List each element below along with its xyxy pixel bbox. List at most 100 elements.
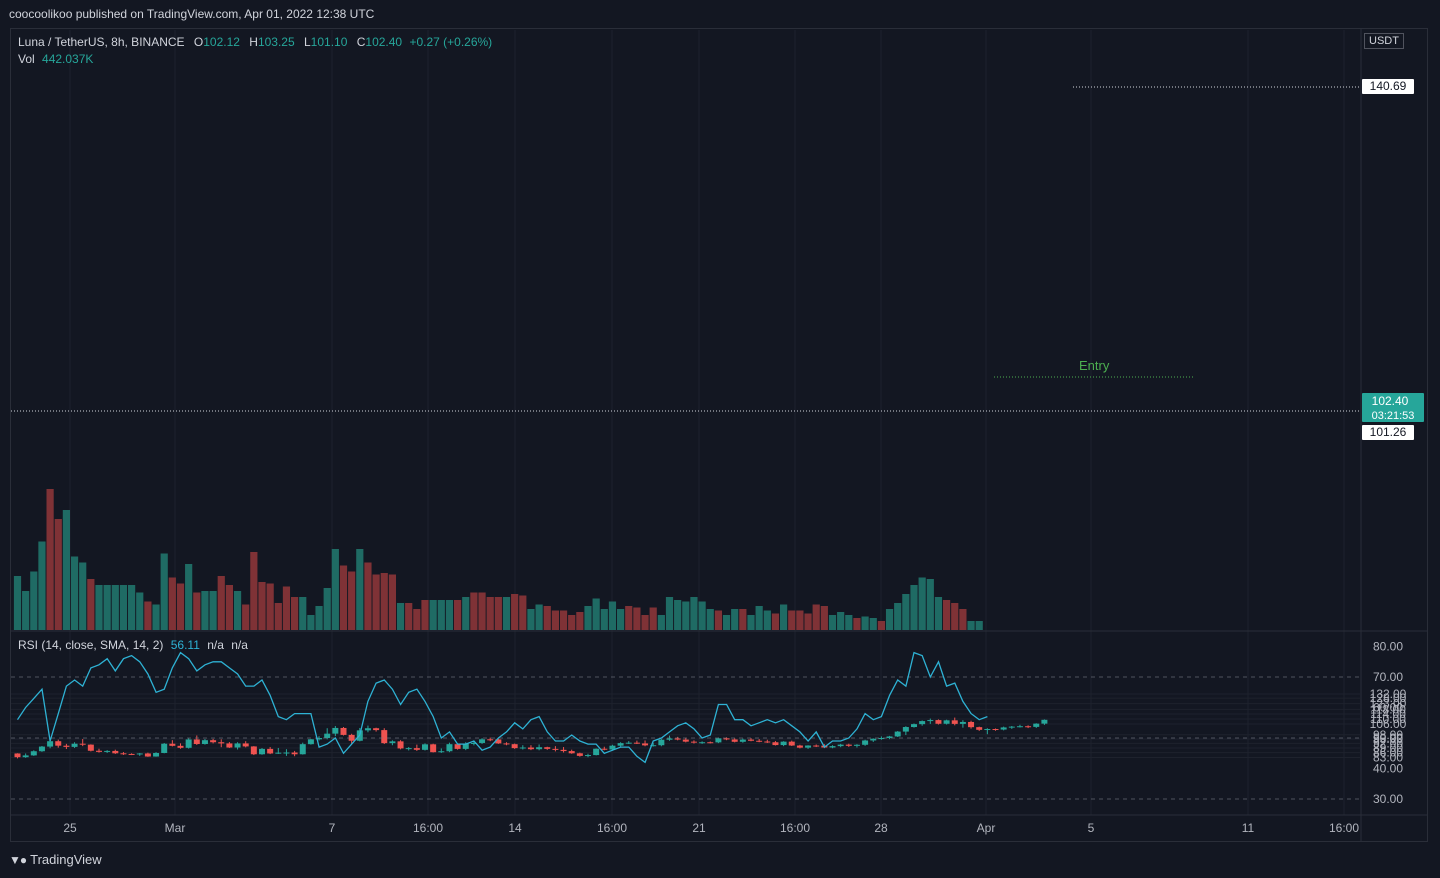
candle-body [422, 744, 428, 750]
candle-body [739, 739, 746, 742]
close-value: 102.40 [365, 35, 403, 49]
time-tick-label: 16:00 [1329, 821, 1359, 835]
volume-bar [13, 576, 22, 630]
volume-bar [128, 585, 136, 630]
change-value: +0.27 (+0.26%) [409, 35, 493, 49]
volume-bar [307, 615, 315, 630]
volume-bar [877, 621, 885, 630]
volume-bar [356, 549, 364, 630]
volume-bar [103, 585, 111, 630]
candle-body [796, 745, 803, 748]
volume-bar [282, 586, 291, 630]
volume-bar [828, 615, 837, 630]
volume-bar [926, 579, 934, 630]
volume-bar [559, 610, 568, 630]
time-tick-label: 21 [692, 821, 706, 835]
candle-body [658, 739, 665, 746]
volume-bar [902, 594, 910, 630]
volume-bar [388, 574, 396, 630]
candle-body [112, 750, 119, 754]
volume-bar [527, 609, 535, 630]
volume-bar [291, 597, 299, 630]
candle-body [479, 739, 486, 743]
rsi-tick-label: 80.00 [1373, 640, 1403, 654]
volume-bar [225, 585, 233, 630]
volume-bar [543, 606, 551, 630]
volume-label[interactable]: Vol [18, 52, 35, 66]
candle-body [144, 753, 151, 757]
volume-bar [54, 519, 62, 630]
volume-bar [233, 591, 242, 630]
volume-bar [38, 541, 46, 630]
candle-body [1041, 719, 1048, 724]
time-tick-label: 16:00 [413, 821, 443, 835]
volume-bar [274, 603, 282, 630]
candle-body [340, 727, 347, 735]
candle-body [210, 740, 217, 743]
candle-body [275, 752, 282, 754]
candle-body [430, 744, 437, 753]
rsi-tick-label: 60.00 [1373, 701, 1403, 715]
candle-body [1033, 723, 1040, 727]
rsi-label[interactable]: RSI (14, close, SMA, 14, 2) [18, 638, 163, 652]
chart-canvas[interactable]: Entry83.0086.0089.0092.0095.0098.00106.0… [0, 0, 1440, 878]
volume-bar [470, 592, 478, 630]
currency-selector[interactable]: USDT [1364, 33, 1404, 49]
candle-body [959, 721, 966, 724]
candle-body [511, 744, 518, 749]
rsi-legend: RSI (14, close, SMA, 14, 2) 56.11 n/a n/… [18, 638, 248, 652]
volume-bar [722, 615, 731, 630]
volume-bar [649, 607, 657, 630]
rsi-na-2: n/a [231, 638, 248, 652]
volume-bar [796, 610, 804, 630]
volume-bar [144, 601, 152, 630]
volume-bar [747, 615, 755, 630]
volume-bar [201, 591, 209, 630]
candle-body [128, 753, 135, 755]
volume-bar [95, 585, 103, 630]
volume-bar [217, 576, 225, 630]
volume-bar [861, 616, 869, 630]
time-tick-label: 5 [1088, 821, 1095, 835]
volume-bar [975, 621, 983, 630]
candle-body [707, 742, 714, 744]
low-level-tag-text: 101.26 [1370, 425, 1407, 439]
candle-body [764, 741, 771, 743]
high-value: 103.25 [257, 35, 295, 49]
candle-body [682, 739, 689, 742]
volume-bar [780, 604, 788, 630]
volume-bar [160, 553, 168, 630]
footer-brand[interactable]: ▼● TradingView [9, 852, 102, 867]
volume-bar [535, 604, 543, 630]
volume-bar [568, 615, 576, 630]
volume-bar [731, 609, 739, 630]
volume-bar [845, 615, 853, 630]
candle-body [283, 752, 290, 754]
volume-bar [617, 609, 625, 630]
candle-body [780, 741, 787, 746]
volume-bar [633, 607, 641, 630]
candle-body [666, 738, 673, 740]
candle-body [87, 744, 94, 751]
volume-bar [62, 510, 70, 630]
candle-body [364, 728, 371, 731]
candle-body [47, 741, 54, 747]
time-tick-label: 25 [63, 821, 77, 835]
candle-body [690, 741, 697, 743]
candle-body [845, 744, 852, 746]
symbol-label[interactable]: Luna / TetherUS, 8h, BINANCE [18, 35, 185, 49]
candle-body [731, 739, 738, 742]
volume-bar [30, 571, 38, 630]
volume-bar [934, 597, 943, 630]
candle-body [601, 748, 608, 750]
volume-bar [258, 582, 266, 630]
volume-bar [70, 556, 79, 630]
candle-body [242, 743, 249, 747]
candle-body [104, 750, 111, 752]
candle-body [446, 744, 453, 752]
price-legend: Luna / TetherUS, 8h, BINANCE O102.12 H10… [18, 34, 492, 68]
volume-bar [22, 591, 30, 630]
time-tick-label: 7 [329, 821, 336, 835]
high-level-tag-text: 140.69 [1370, 79, 1407, 93]
volume-bar [299, 597, 307, 630]
